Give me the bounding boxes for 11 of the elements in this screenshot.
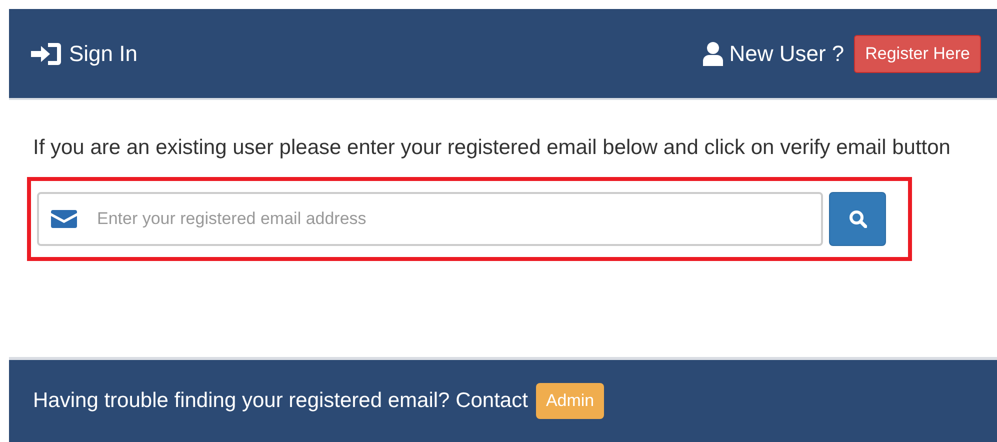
email-field[interactable]: Enter your registered email address — [37, 192, 823, 246]
search-button[interactable] — [829, 192, 886, 246]
sign-in-icon — [31, 40, 63, 66]
register-button[interactable]: Register Here — [854, 34, 981, 72]
footer-text: Having trouble finding your registered email? Contact — [33, 389, 528, 413]
search-icon — [848, 210, 866, 228]
envelope-icon — [51, 210, 77, 228]
user-icon — [703, 42, 724, 66]
header-title: Sign In — [69, 40, 138, 66]
intro-text: If you are an existing user please enter your registered email below and click on verify email button — [33, 135, 952, 161]
new-user-label: New User ? — [729, 40, 844, 66]
